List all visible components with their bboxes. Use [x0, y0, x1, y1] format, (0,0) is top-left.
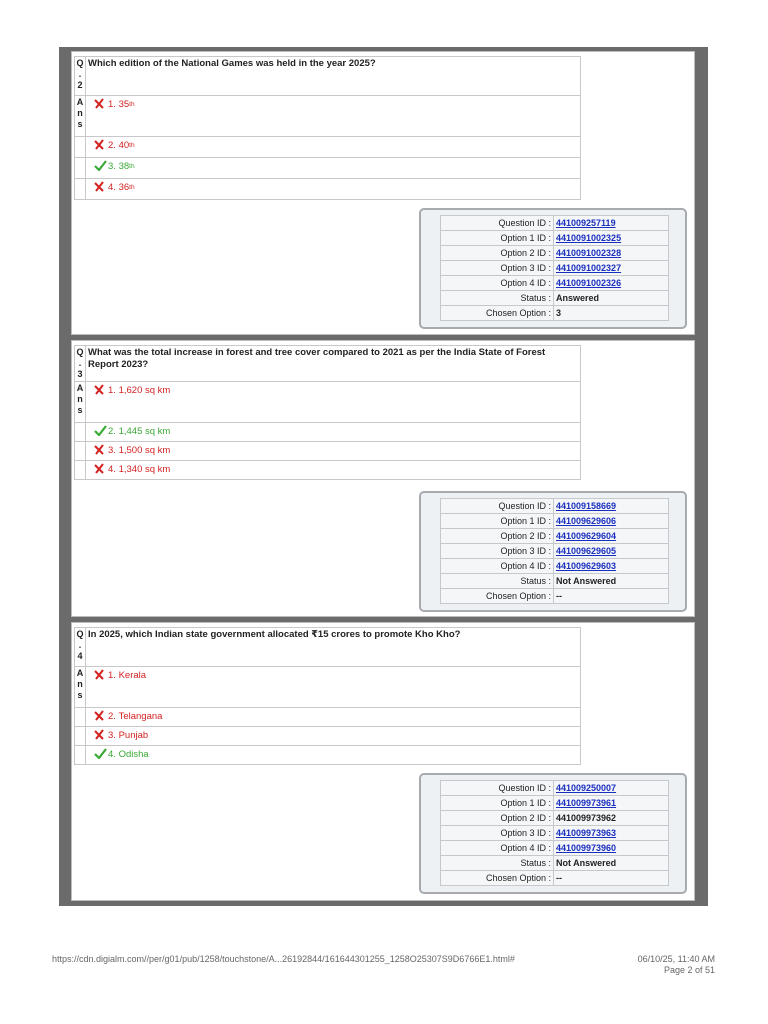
option-row: 3. Punjab [74, 727, 581, 746]
option-2-id-link[interactable]: 441009629604 [553, 528, 669, 544]
option-1-id-link[interactable]: 441009973961 [553, 795, 669, 811]
cross-icon [94, 710, 108, 726]
check-icon [94, 748, 108, 764]
option-2: 2. 1,445 sq km [86, 423, 580, 441]
option-4-id-link[interactable]: 4410091002326 [553, 275, 669, 291]
question-row: Q.4 In 2025, which Indian state governme… [74, 627, 581, 667]
status-value: Answered [553, 290, 669, 306]
question-text: What was the total increase in forest an… [88, 347, 546, 370]
page-frame: Q.2 Which edition of the National Games … [59, 47, 708, 906]
answer-label: Ans [75, 96, 86, 136]
option-row: 2. 1,445 sq km [74, 423, 581, 442]
option-1: 1. 1,620 sq km [86, 382, 580, 422]
option-3: 3. 1,500 sq km [86, 442, 580, 460]
chosen-option-value: -- [553, 588, 669, 604]
question-row: Q.3 What was the total increase in fores… [74, 345, 581, 382]
question-info-box: Question ID :441009250007 Option 1 ID :4… [419, 773, 687, 894]
chosen-option-value: 3 [553, 305, 669, 321]
option-2: 2. 40th [86, 137, 580, 157]
option-row: Ans 1. 1,620 sq km [74, 382, 581, 423]
option-row: 3. 38th [74, 158, 581, 179]
option-row: 2. 40th [74, 137, 581, 158]
option-row: 4. Odisha [74, 746, 581, 765]
option-row: Ans 1. Kerala [74, 667, 581, 708]
answer-label: Ans [75, 382, 86, 422]
cross-icon [94, 729, 108, 745]
check-icon [94, 160, 108, 176]
question-table: Q.2 Which edition of the National Games … [74, 56, 581, 200]
option-1-id-link[interactable]: 4410091002325 [553, 230, 669, 246]
option-2: 2. Telangana [86, 708, 580, 726]
option-4-id-link[interactable]: 441009973960 [553, 840, 669, 856]
question-number-label: Q.4 [75, 628, 86, 666]
option-3-id-link[interactable]: 441009973963 [553, 825, 669, 841]
option-1: 1. 35th [86, 96, 580, 136]
option-2-id-link[interactable]: 4410091002328 [553, 245, 669, 261]
question-info-table: Question ID :441009158669 Option 1 ID :4… [440, 498, 669, 604]
question-section-4: Q.4 In 2025, which Indian state governme… [71, 622, 695, 901]
question-section-2: Q.2 Which edition of the National Games … [71, 51, 695, 335]
question-number-label: Q.3 [75, 346, 86, 381]
question-table: Q.3 What was the total increase in fores… [74, 345, 581, 480]
cross-icon [94, 139, 108, 155]
question-text: In 2025, which Indian state government a… [88, 629, 461, 640]
question-section-3: Q.3 What was the total increase in fores… [71, 340, 695, 617]
option-4: 4. 36th [86, 179, 580, 199]
option-1: 1. Kerala [86, 667, 580, 707]
question-row: Q.2 Which edition of the National Games … [74, 56, 581, 96]
chosen-option-value: -- [553, 870, 669, 886]
option-3-id-link[interactable]: 4410091002327 [553, 260, 669, 276]
question-table: Q.4 In 2025, which Indian state governme… [74, 627, 581, 765]
cross-icon [94, 98, 108, 114]
page-number: Page 2 of 51 [663, 965, 715, 975]
option-row: 2. Telangana [74, 708, 581, 727]
option-1-id-link[interactable]: 441009629606 [553, 513, 669, 529]
cross-icon [94, 181, 108, 197]
cross-icon [94, 463, 108, 479]
option-2-id-value: 441009973962 [553, 810, 669, 826]
option-row: 3. 1,500 sq km [74, 442, 581, 461]
option-4: 4. Odisha [86, 746, 580, 764]
cross-icon [94, 384, 108, 400]
question-id-link[interactable]: 441009257119 [553, 215, 669, 231]
page-url: https://cdn.digialm.com//per/g01/pub/125… [52, 954, 515, 964]
status-value: Not Answered [553, 855, 669, 871]
check-icon [94, 425, 108, 441]
option-4: 4. 1,340 sq km [86, 461, 580, 479]
answer-label: Ans [75, 667, 86, 707]
cross-icon [94, 444, 108, 460]
question-info-box: Question ID :441009257119 Option 1 ID :4… [419, 208, 687, 329]
option-row: 4. 1,340 sq km [74, 461, 581, 480]
question-id-link[interactable]: 441009250007 [553, 780, 669, 796]
question-number-label: Q.2 [75, 57, 86, 95]
option-3: 3. Punjab [86, 727, 580, 745]
question-id-link[interactable]: 441009158669 [553, 498, 669, 514]
question-info-table: Question ID :441009250007 Option 1 ID :4… [440, 780, 669, 886]
option-4-id-link[interactable]: 441009629603 [553, 558, 669, 574]
print-info: 06/10/25, 11:40 AM Page 2 of 51 [638, 954, 715, 976]
option-row: Ans 1. 35th [74, 96, 581, 137]
option-row: 4. 36th [74, 179, 581, 200]
print-datetime: 06/10/25, 11:40 AM [637, 954, 715, 964]
option-3-id-link[interactable]: 441009629605 [553, 543, 669, 559]
cross-icon [94, 669, 108, 685]
question-text: Which edition of the National Games was … [88, 58, 376, 69]
question-info-box: Question ID :441009158669 Option 1 ID :4… [419, 491, 687, 612]
status-value: Not Answered [553, 573, 669, 589]
question-info-table: Question ID :441009257119 Option 1 ID :4… [440, 215, 669, 321]
option-3: 3. 38th [86, 158, 580, 178]
